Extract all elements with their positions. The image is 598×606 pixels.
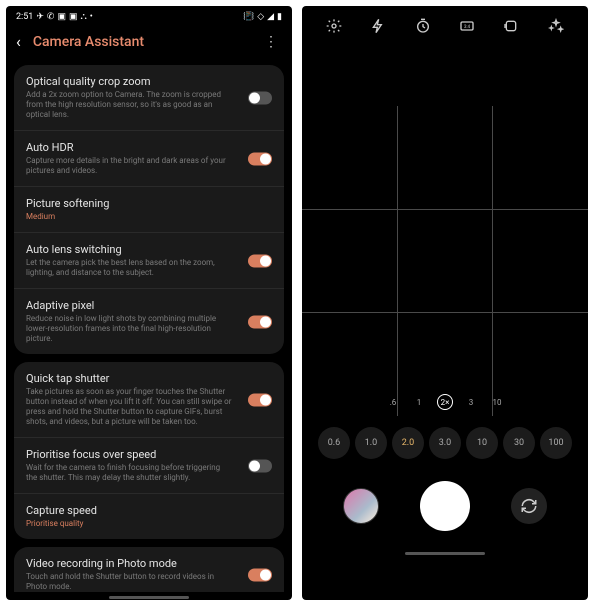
gallery-thumbnail[interactable] <box>343 488 379 524</box>
row-title: Auto lens switching <box>26 243 272 256</box>
zoom-mini-chip[interactable]: 1 <box>411 394 427 410</box>
zoom-chip[interactable]: 30 <box>503 427 535 459</box>
row-title: Prioritise focus over speed <box>26 448 272 461</box>
gridline <box>302 312 588 313</box>
row-subtitle: Add a 2x zoom option to Camera. The zoom… <box>26 90 272 120</box>
whatsapp-icon: ✆ <box>47 12 55 22</box>
zoom-mini-chip[interactable]: 10 <box>489 394 505 410</box>
flash-icon[interactable] <box>370 18 386 34</box>
page-title: Camera Assistant <box>33 34 252 50</box>
toggle-switch[interactable] <box>248 315 272 328</box>
settings-row[interactable]: Adaptive pixel Reduce noise in low light … <box>14 288 284 354</box>
zoom-mini-chip[interactable]: 2× <box>437 394 453 410</box>
switch-camera-button[interactable] <box>511 488 547 524</box>
row-title: Picture softening <box>26 197 272 210</box>
motion-icon[interactable] <box>503 18 519 34</box>
toggle-switch[interactable] <box>248 91 272 104</box>
zoom-chip[interactable]: 0.6 <box>318 427 350 459</box>
zoom-mini-chip[interactable]: .6 <box>385 394 401 410</box>
shutter-button[interactable] <box>420 481 470 531</box>
gridline <box>302 209 588 210</box>
back-icon[interactable]: ‹ <box>16 32 21 51</box>
ratio-icon[interactable]: 3:4 <box>459 18 475 34</box>
settings-group: Video recording in Photo mode Touch and h… <box>14 547 284 592</box>
zoom-bar: 0.61.02.03.01030100 <box>302 420 588 466</box>
overflow-menu-icon[interactable]: ⋮ <box>264 34 282 50</box>
settings-screen: 2:51 ✈ ✆ ▣ ▣ ⛬ • 📳 ◇ ◢ ▮ ‹ Camera Assist… <box>6 6 292 600</box>
zoom-chip[interactable]: 10 <box>466 427 498 459</box>
header: ‹ Camera Assistant ⋮ <box>6 26 292 65</box>
zoom-chip[interactable]: 100 <box>540 427 572 459</box>
row-subtitle: Capture more details in the bright and d… <box>26 156 272 176</box>
more-icon: • <box>90 12 93 22</box>
toggle-switch[interactable] <box>248 568 272 581</box>
camera-screen: 3:4 .612×310 0.61.02.03.01030100 <box>302 6 588 600</box>
wifi-icon: ◇ <box>257 12 264 22</box>
toggle-switch[interactable] <box>248 254 272 267</box>
toggle-switch[interactable] <box>248 152 272 165</box>
zoom-chip[interactable]: 2.0 <box>392 427 424 459</box>
settings-row[interactable]: Picture softening Medium <box>14 186 284 232</box>
timer-icon[interactable] <box>415 18 431 34</box>
status-time: 2:51 <box>16 12 33 22</box>
gesture-nav-bar <box>302 546 588 560</box>
battery-icon: ▮ <box>277 12 282 22</box>
people-icon: ⛬ <box>80 12 86 22</box>
toggle-switch[interactable] <box>248 393 272 406</box>
row-subtitle: Wait for the camera to finish focusing b… <box>26 463 272 483</box>
row-subtitle: Medium <box>26 212 272 222</box>
settings-group: Optical quality crop zoom Add a 2x zoom o… <box>14 65 284 354</box>
row-subtitle: Let the camera pick the best lens based … <box>26 258 272 278</box>
signal-icon: ◢ <box>267 12 274 22</box>
status-bar: 2:51 ✈ ✆ ▣ ▣ ⛬ • 📳 ◇ ◢ ▮ <box>6 6 292 26</box>
shutter-row <box>302 466 588 546</box>
row-subtitle: Reduce noise in low light shots by combi… <box>26 314 272 344</box>
gridline <box>492 106 493 416</box>
settings-row[interactable]: Auto HDR Capture more details in the brig… <box>14 130 284 186</box>
zoom-mini-strip: .6 1 2× 3 10 <box>385 394 505 410</box>
settings-row[interactable]: Optical quality crop zoom Add a 2x zoom o… <box>14 65 284 130</box>
row-title: Video recording in Photo mode <box>26 557 272 570</box>
settings-list[interactable]: Optical quality crop zoom Add a 2x zoom o… <box>6 65 292 592</box>
zoom-mini-chip[interactable]: 3 <box>463 394 479 410</box>
settings-row[interactable]: Prioritise focus over speed Wait for the … <box>14 437 284 493</box>
settings-row[interactable]: Capture speed Prioritise quality <box>14 493 284 539</box>
settings-row[interactable]: Video recording in Photo mode Touch and h… <box>14 547 284 592</box>
row-subtitle: Take pictures as soon as your finger tou… <box>26 387 272 427</box>
notif-icon: ▣ <box>69 12 78 22</box>
filters-icon[interactable] <box>548 18 564 34</box>
row-subtitle: Prioritise quality <box>26 519 272 529</box>
row-title: Adaptive pixel <box>26 299 272 312</box>
toggle-switch[interactable] <box>248 459 272 472</box>
send-icon: ✈ <box>36 12 44 22</box>
settings-icon[interactable] <box>326 18 342 34</box>
viewfinder[interactable]: .6 1 2× 3 10 <box>302 106 588 416</box>
row-title: Quick tap shutter <box>26 372 272 385</box>
zoom-chip[interactable]: 3.0 <box>429 427 461 459</box>
row-title: Auto HDR <box>26 141 272 154</box>
vibrate-icon: 📳 <box>243 12 254 22</box>
settings-row[interactable]: Quick tap shutter Take pictures as soon a… <box>14 362 284 437</box>
camera-top-toolbar: 3:4 <box>302 6 588 46</box>
svg-text:3:4: 3:4 <box>464 24 471 30</box>
settings-group: Quick tap shutter Take pictures as soon a… <box>14 362 284 539</box>
settings-row[interactable]: Auto lens switching Let the camera pick t… <box>14 232 284 288</box>
notif-icon: ▣ <box>57 12 66 22</box>
row-title: Capture speed <box>26 504 272 517</box>
row-title: Optical quality crop zoom <box>26 75 272 88</box>
gesture-nav-bar <box>6 594 292 600</box>
row-subtitle: Touch and hold the Shutter button to rec… <box>26 572 272 592</box>
zoom-chip[interactable]: 1.0 <box>355 427 387 459</box>
gridline <box>397 106 398 416</box>
